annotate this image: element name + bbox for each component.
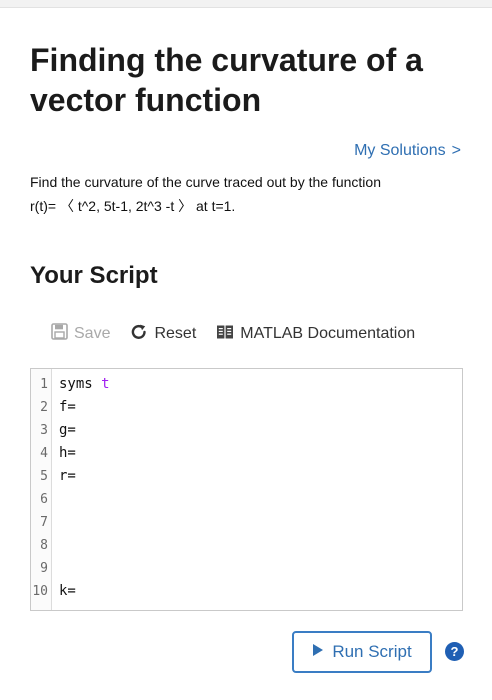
line-number: 3: [40, 423, 48, 438]
code-line[interactable]: 8: [31, 534, 462, 557]
matlab-documentation-label: MATLAB Documentation: [240, 325, 416, 342]
code-line[interactable]: 9: [31, 557, 462, 580]
chevron-right-icon: >: [451, 142, 461, 159]
code-line[interactable]: 5 r=: [31, 465, 462, 488]
save-label: Save: [74, 325, 111, 342]
line-number: 8: [40, 538, 48, 553]
reset-button[interactable]: Reset: [130, 323, 196, 346]
line-number: 10: [32, 584, 48, 599]
code-line[interactable]: 2 f=: [31, 396, 462, 419]
code-line[interactable]: 4 h=: [31, 442, 462, 465]
code-text: f=: [59, 396, 76, 419]
matlab-documentation-button[interactable]: MATLAB Documentation: [216, 324, 415, 345]
line-number: 7: [40, 515, 48, 530]
run-script-button[interactable]: Run Script: [292, 631, 432, 673]
line-number: 6: [40, 492, 48, 507]
code-text: syms t: [59, 373, 110, 396]
code-line[interactable]: 3 g=: [31, 419, 462, 442]
line-number: 9: [40, 561, 48, 576]
code-line[interactable]: 7: [31, 511, 462, 534]
code-line[interactable]: 10 k=: [31, 580, 462, 603]
line-number: 2: [40, 400, 48, 415]
run-script-label: Run Script: [332, 642, 412, 661]
problem-statement-line-2: r(t)= 〈 t^2, 5t-1, 2t^3 -t 〉 at t=1.: [30, 198, 236, 214]
code-statement: h=: [59, 445, 76, 461]
code-line[interactable]: 1 syms t: [31, 373, 462, 396]
save-button[interactable]: Save: [51, 323, 110, 345]
code-text: k=: [59, 580, 76, 603]
code-statement: r=: [59, 468, 76, 484]
code-argument: t: [101, 376, 110, 392]
book-icon: [216, 324, 234, 345]
line-number: 4: [40, 446, 48, 461]
code-editor[interactable]: 1 syms t 2 f= 3 g= 4 h= 5 r= 6 7 8 9 10 k=: [30, 368, 463, 611]
code-statement: g=: [59, 422, 76, 438]
play-icon: [312, 642, 324, 662]
code-text: r=: [59, 465, 76, 488]
code-text: h=: [59, 442, 76, 465]
code-statement: syms: [59, 376, 102, 392]
problem-title: Finding the curvature of a vector functi…: [30, 42, 423, 118]
code-statement: f=: [59, 399, 76, 415]
your-script-heading: Your Script: [30, 262, 158, 289]
code-statement: k=: [59, 583, 76, 599]
help-icon[interactable]: ?: [445, 642, 464, 661]
refresh-icon: [130, 323, 148, 346]
line-number: 5: [40, 469, 48, 484]
reset-label: Reset: [154, 325, 197, 342]
line-number: 1: [40, 377, 48, 392]
code-text: g=: [59, 419, 76, 442]
top-strip: [0, 0, 492, 8]
my-solutions-link[interactable]: My Solutions >: [354, 142, 461, 160]
code-line[interactable]: 6: [31, 488, 462, 511]
script-toolbar: Save Reset MATLAB Documentation: [51, 323, 415, 345]
problem-statement-line-1: Find the curvature of the curve traced o…: [30, 174, 381, 190]
floppy-disk-icon: [51, 323, 68, 345]
my-solutions-label: My Solutions: [354, 142, 446, 159]
problem-statement: Find the curvature of the curve traced o…: [30, 170, 470, 218]
